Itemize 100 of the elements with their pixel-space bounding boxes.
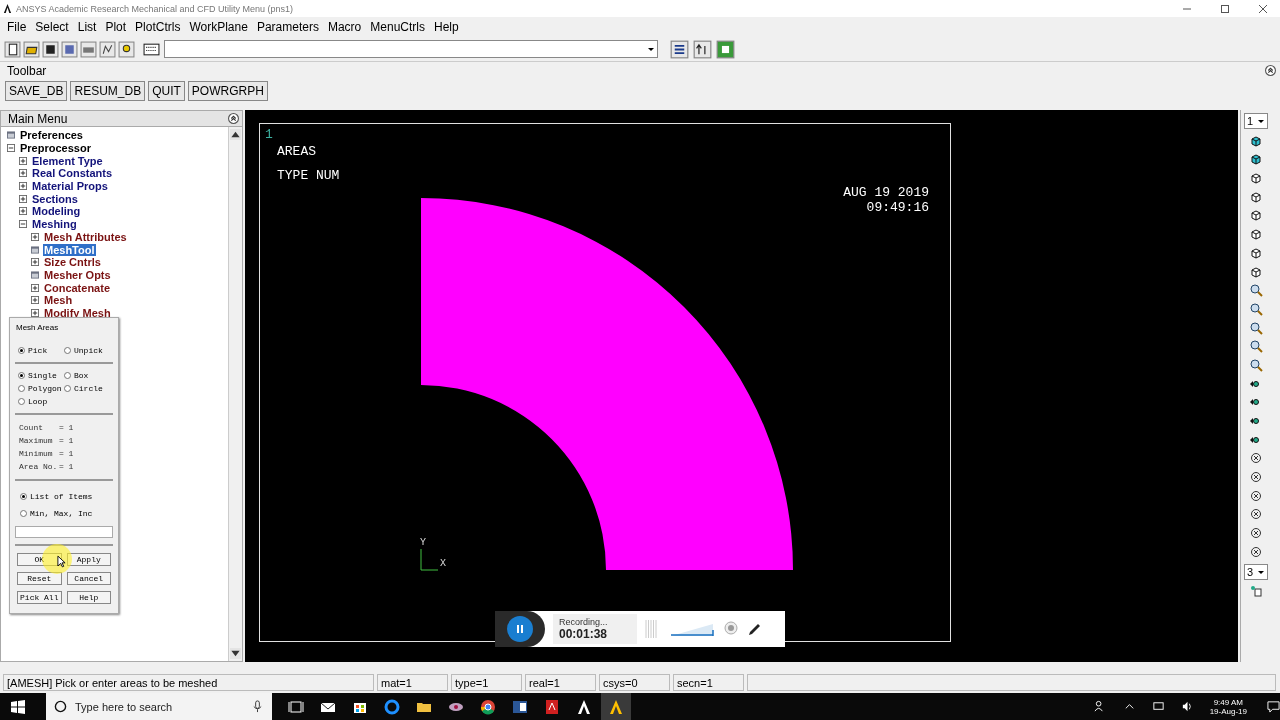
pick-input-field[interactable] — [15, 526, 113, 538]
expand-toggle-icon[interactable] — [19, 156, 27, 165]
radio-option[interactable]: Loop — [18, 397, 64, 406]
expand-toggle-icon[interactable] — [19, 169, 27, 178]
help-icon[interactable] — [118, 40, 135, 58]
collapse-icon[interactable] — [228, 113, 239, 124]
reset-view-icon[interactable] — [693, 39, 712, 59]
tree-item[interactable]: Modeling — [31, 205, 82, 218]
taskbar-search-box[interactable]: Type here to search — [46, 693, 272, 720]
tree-item[interactable]: Mesh Attributes — [43, 230, 128, 243]
new-file-icon[interactable] — [4, 40, 21, 58]
dialog-button[interactable]: Reset — [17, 572, 62, 585]
search-field[interactable]: Type here to search — [73, 699, 245, 714]
menu-item[interactable]: Parameters — [256, 20, 319, 34]
menu-item[interactable]: Plot — [105, 20, 127, 34]
window-select[interactable]: 3 — [1244, 563, 1268, 580]
tree-item[interactable]: Modify Mesh — [43, 306, 112, 319]
radio-option[interactable]: Box — [64, 371, 110, 380]
printer-icon[interactable] — [80, 40, 97, 58]
maximize-icon[interactable] — [1220, 3, 1230, 14]
clock-date[interactable]: 19-Aug-19 — [1209, 706, 1247, 716]
tree-item[interactable]: MeshTool — [43, 243, 96, 256]
pause-button[interactable] — [507, 616, 533, 642]
dropdown-arrow-icon[interactable] — [647, 45, 655, 53]
close-icon[interactable] — [1258, 3, 1268, 14]
radio-option[interactable]: Polygon — [18, 384, 64, 393]
zoom-icon[interactable] — [1249, 357, 1263, 372]
collapse-icon[interactable] — [1265, 65, 1276, 76]
tree-item[interactable]: Meshing — [31, 218, 78, 231]
collapse-toggle-icon[interactable] — [7, 144, 15, 153]
menu-item[interactable]: Macro — [327, 20, 362, 34]
pen-icon[interactable] — [747, 621, 763, 637]
radio-option[interactable]: Min, Max, Inc — [20, 509, 108, 518]
expand-toggle-icon[interactable] — [19, 182, 27, 191]
expand-toggle-icon[interactable] — [31, 258, 39, 267]
expand-toggle-icon[interactable] — [19, 207, 27, 216]
expand-toggle-icon[interactable] — [31, 308, 39, 317]
layers-icon[interactable] — [670, 39, 689, 59]
cube-icon[interactable] — [1249, 208, 1263, 223]
dialog-button[interactable]: Apply — [66, 553, 111, 566]
tree-item[interactable]: Element Type — [31, 154, 104, 167]
radio-option[interactable]: Circle — [64, 384, 110, 393]
windows-logo-icon[interactable] — [10, 698, 26, 715]
scroll-down-icon[interactable] — [230, 648, 241, 659]
save-icon[interactable] — [42, 40, 59, 58]
cube-icon[interactable] — [1249, 152, 1263, 167]
collapse-toggle-icon[interactable] — [19, 220, 27, 229]
menu-item[interactable]: List — [77, 20, 97, 34]
rotate-icon[interactable] — [1249, 507, 1263, 522]
toolbar-button[interactable]: RESUM_DB — [70, 81, 146, 101]
menu-item[interactable]: Help — [433, 20, 459, 34]
expand-toggle-icon[interactable] — [31, 232, 39, 241]
browser-icon[interactable] — [384, 698, 400, 715]
dropdown-arrow-icon[interactable] — [1257, 117, 1265, 125]
zoom-icon[interactable] — [1249, 339, 1263, 354]
radio-option[interactable]: Single — [18, 371, 64, 380]
radio-option[interactable]: Pick — [18, 346, 64, 355]
tree-item[interactable]: Real Constants — [31, 167, 114, 180]
menu-item[interactable]: File — [7, 20, 27, 34]
dialog-button[interactable]: Help — [66, 591, 111, 604]
tree-item[interactable]: Size Cntrls — [43, 256, 102, 269]
scroll-up-icon[interactable] — [230, 129, 241, 140]
toolbar-button[interactable]: POWRGRPH — [187, 81, 268, 101]
tree-item[interactable]: Mesh — [43, 294, 74, 307]
tree-item[interactable]: Preferences — [19, 129, 84, 142]
tree-item[interactable]: Preprocessor — [19, 142, 92, 155]
open-folder-icon[interactable] — [23, 40, 40, 58]
menu-item[interactable]: MenuCtrls — [370, 20, 425, 34]
dialog-button[interactable]: Pick All — [17, 591, 62, 604]
zoom-icon[interactable] — [1249, 320, 1263, 335]
rotate-icon[interactable] — [1249, 544, 1263, 559]
microphone-icon[interactable] — [251, 700, 264, 713]
tree-item[interactable]: Sections — [31, 192, 79, 205]
radio-option[interactable]: Unpick — [64, 346, 110, 355]
menu-item[interactable]: WorkPlane — [189, 20, 248, 34]
window-select[interactable]: 1 — [1244, 113, 1268, 129]
scrollbar[interactable] — [228, 127, 242, 661]
clock-time[interactable]: 9:49 AM — [1213, 697, 1243, 707]
rotate-icon[interactable] — [1249, 451, 1263, 466]
report-icon[interactable] — [61, 40, 78, 58]
command-input[interactable] — [164, 40, 658, 58]
network-icon[interactable] — [1151, 700, 1165, 713]
rotate-icon[interactable] — [1249, 470, 1263, 485]
zoom-icon[interactable] — [1249, 283, 1263, 298]
dialog-button[interactable]: Cancel — [66, 572, 111, 585]
cube-icon[interactable] — [1249, 171, 1263, 186]
notification-icon[interactable] — [1267, 700, 1280, 713]
menu-item[interactable]: PlotCtrls — [135, 20, 181, 34]
expand-toggle-icon[interactable] — [31, 283, 39, 292]
cube-icon[interactable] — [1249, 227, 1263, 242]
menu-item[interactable]: Select — [35, 20, 69, 34]
rotate-icon[interactable] — [1249, 488, 1263, 503]
dialog-button[interactable]: OK — [17, 553, 62, 566]
toolbar-button[interactable]: SAVE_DB — [5, 81, 68, 101]
grid-icon[interactable] — [716, 39, 735, 59]
expand-toggle-icon[interactable] — [19, 194, 27, 203]
tree-item[interactable]: Concatenate — [43, 281, 112, 294]
expand-toggle-icon[interactable] — [31, 296, 39, 305]
webcam-icon[interactable] — [723, 621, 739, 637]
task-view-icon[interactable] — [288, 698, 304, 715]
